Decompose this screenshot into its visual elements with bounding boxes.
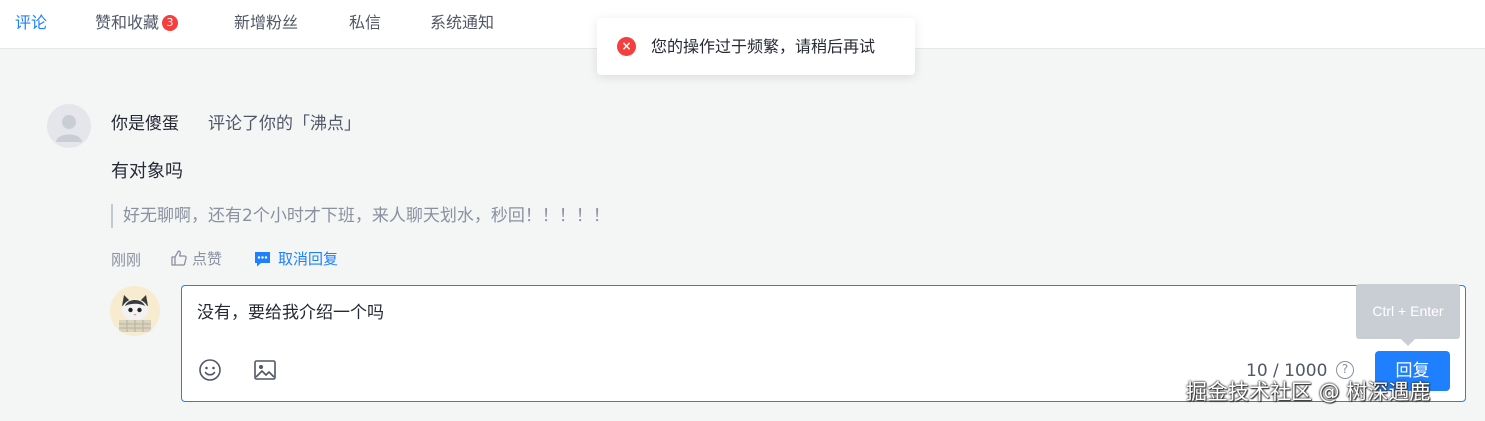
- cancel-reply-button[interactable]: 取消回复: [253, 249, 338, 271]
- notification-action[interactable]: 评论了你的「沸点」: [208, 112, 361, 136]
- cancel-reply-label: 取消回复: [278, 250, 339, 268]
- quoted-post[interactable]: 好无聊啊，还有2个小时才下班，来人聊天划水，秒回！！！！！: [111, 204, 610, 228]
- emoji-icon-svg: [199, 359, 221, 381]
- comment-time: 刚刚: [111, 251, 142, 269]
- comment-bubble-icon: [255, 252, 270, 267]
- like-button[interactable]: 点赞: [170, 249, 222, 271]
- tab-likes-favorites[interactable]: 赞和收藏 3: [95, 12, 179, 34]
- comment-text: 有对象吗: [111, 161, 183, 182]
- error-icon: ×: [617, 37, 636, 56]
- commenter-avatar[interactable]: [47, 104, 91, 148]
- tab-likes-favorites-label: 赞和收藏: [95, 13, 160, 32]
- toast-message: 您的操作过于频繁，请稍后再试: [651, 37, 876, 56]
- tab-messages[interactable]: 私信: [349, 12, 381, 34]
- watermark: 掘金技术社区 @ 树深遇鹿: [1186, 380, 1431, 404]
- emoji-icon[interactable]: [197, 357, 223, 383]
- error-toast: × 您的操作过于频繁，请稍后再试: [597, 18, 915, 75]
- tab-new-followers[interactable]: 新增粉丝: [234, 12, 298, 34]
- reply-input[interactable]: 没有，要给我介绍一个吗: [197, 301, 384, 325]
- tab-system-notices[interactable]: 系统通知: [430, 12, 494, 34]
- like-label: 点赞: [192, 250, 223, 268]
- thumbs-up-icon: [171, 250, 187, 266]
- image-upload-icon[interactable]: [252, 357, 278, 383]
- cat-avatar-icon: [110, 286, 160, 336]
- default-user-icon: [56, 115, 82, 142]
- tab-comments[interactable]: 评论: [15, 12, 47, 34]
- shortcut-tooltip: Ctrl + Enter: [1356, 284, 1460, 346]
- image-icon-svg: [254, 360, 276, 380]
- unread-badge: 3: [162, 15, 179, 31]
- commenter-username[interactable]: 你是傻蛋: [111, 112, 179, 136]
- my-avatar[interactable]: [110, 286, 160, 336]
